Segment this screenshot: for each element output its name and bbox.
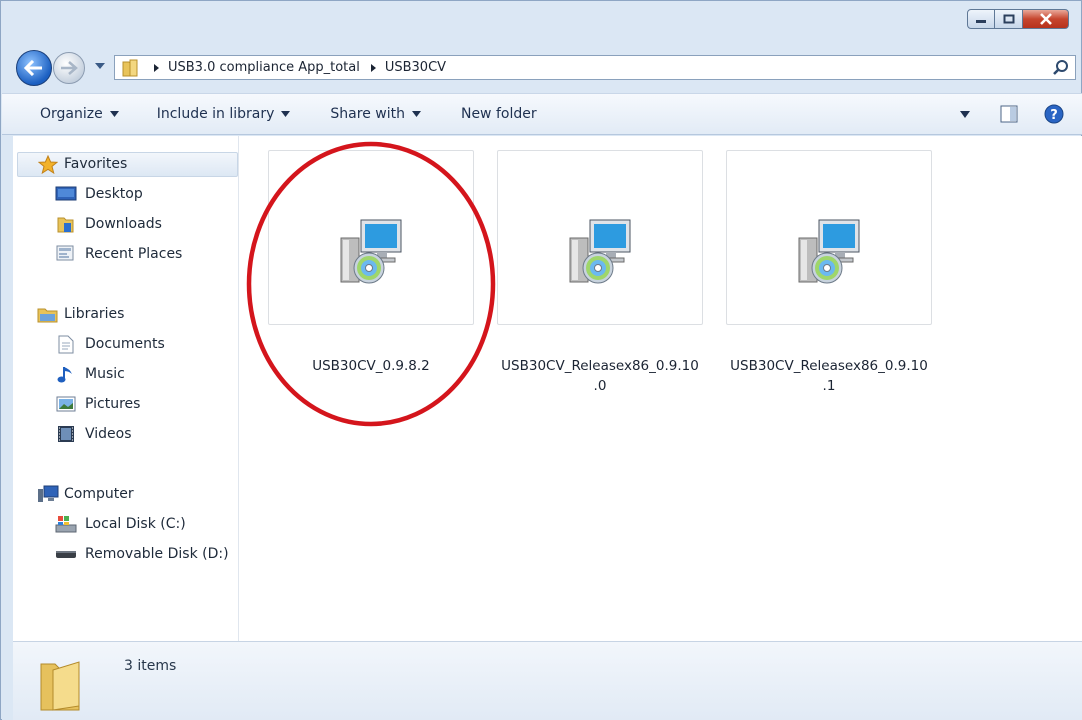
chevron-down-icon (109, 111, 119, 117)
chevron-down-icon (281, 111, 291, 117)
folder-icon (40, 661, 80, 711)
minimize-button[interactable] (967, 9, 995, 29)
back-button[interactable] (16, 50, 52, 86)
nav-removable-disk-d[interactable]: Removable Disk (D:) (55, 542, 229, 566)
svg-text:?: ? (1050, 108, 1058, 123)
share-with-label: Share with (330, 106, 405, 122)
local-disk-icon (55, 515, 77, 533)
view-options-dropdown-icon[interactable] (960, 110, 970, 118)
file-name-label[interactable]: USB30CV_0.9.8.2 (261, 356, 481, 376)
breadcrumb-chevron-icon[interactable] (153, 63, 160, 73)
organize-label: Organize (40, 106, 103, 122)
installer-icon (798, 219, 860, 284)
star-icon (37, 154, 59, 174)
share-with-menu[interactable]: Share with (330, 106, 421, 122)
file-tile-usb30cv-0982[interactable] (268, 150, 474, 325)
nav-videos[interactable]: Videos (55, 422, 132, 446)
installer-icon (569, 219, 631, 284)
music-icon (55, 365, 77, 383)
file-list-area: USB30CV_0.9.8.2 USB30CV_Releasex86_0.9.1… (239, 136, 1082, 641)
nav-computer[interactable]: Computer (37, 482, 134, 506)
address-row: USB3.0 compliance App_total USB30CV (1, 47, 1081, 86)
nav-favorites[interactable]: Favorites (37, 152, 127, 176)
nav-recent-places[interactable]: Recent Places (55, 242, 182, 266)
nav-documents-label: Documents (85, 336, 165, 352)
forward-button[interactable] (53, 52, 85, 84)
computer-icon (37, 485, 59, 503)
new-folder-button[interactable]: New folder (461, 106, 537, 122)
desktop-icon (55, 185, 77, 203)
folder-icon (122, 59, 138, 76)
maximize-icon (1003, 14, 1014, 24)
downloads-folder-icon (55, 215, 77, 233)
installer-icon (340, 219, 402, 284)
preview-pane-icon[interactable] (1000, 105, 1018, 123)
file-name-line-2: .0 (593, 378, 607, 394)
window-frame-left (2, 136, 13, 720)
file-name-line-1: USB30CV_0.9.8.2 (312, 358, 430, 374)
recent-pages-dropdown-icon[interactable] (95, 62, 105, 70)
close-icon (1039, 13, 1052, 25)
nav-documents[interactable]: Documents (55, 332, 165, 356)
nav-local-disk-c-label: Local Disk (C:) (85, 516, 186, 532)
nav-favorites-label: Favorites (64, 156, 128, 172)
nav-libraries-label: Libraries (64, 306, 125, 322)
close-button[interactable] (1023, 9, 1069, 29)
nav-pictures[interactable]: Pictures (55, 392, 140, 416)
explorer-window: USB3.0 compliance App_total USB30CV Orga… (0, 0, 1082, 720)
breadcrumb-usb3-compliance-app[interactable]: USB3.0 compliance App_total (168, 60, 360, 75)
caption-buttons (967, 9, 1069, 29)
file-tile-usb30cv-releasex86-0910-0[interactable] (497, 150, 703, 325)
nav-desktop[interactable]: Desktop (55, 182, 143, 206)
recent-places-icon (55, 245, 77, 263)
help-icon[interactable]: ? (1044, 104, 1064, 124)
nav-local-disk-c[interactable]: Local Disk (C:) (55, 512, 186, 536)
maximize-button[interactable] (995, 9, 1023, 29)
breadcrumb-chevron-icon[interactable] (370, 63, 377, 73)
view-controls: ? (960, 104, 1064, 124)
details-pane: 3 items (13, 641, 1082, 720)
item-count: 3 items (124, 658, 177, 674)
pictures-icon (55, 395, 77, 413)
navigation-pane: Favorites Desktop Downloads Recent Place… (13, 136, 239, 641)
libraries-icon (37, 305, 59, 323)
nav-music-label: Music (85, 366, 125, 382)
nav-music[interactable]: Music (55, 362, 125, 386)
nav-downloads[interactable]: Downloads (55, 212, 162, 236)
documents-icon (55, 335, 77, 353)
nav-recent-places-label: Recent Places (85, 246, 183, 262)
search-icon[interactable] (1052, 59, 1069, 76)
forward-arrow-icon (61, 61, 78, 75)
address-bar[interactable]: USB3.0 compliance App_total USB30CV (114, 55, 1076, 80)
file-tile-usb30cv-releasex86-0910-1[interactable] (726, 150, 932, 325)
file-name-line-1: USB30CV_Releasex86_0.9.10 (730, 358, 928, 374)
nav-libraries[interactable]: Libraries (37, 302, 124, 326)
file-name-line-2: .1 (822, 378, 836, 394)
videos-icon (55, 425, 77, 443)
organize-menu[interactable]: Organize (40, 106, 119, 122)
nav-desktop-label: Desktop (85, 186, 143, 202)
chevron-down-icon (411, 111, 421, 117)
removable-disk-icon (55, 545, 77, 563)
file-name-label[interactable]: USB30CV_Releasex86_0.9.10 .0 (490, 356, 710, 396)
breadcrumb-usb30cv[interactable]: USB30CV (385, 60, 446, 75)
back-arrow-icon (24, 60, 42, 76)
command-bar: Organize Include in library Share with N… (2, 93, 1082, 135)
nav-videos-label: Videos (85, 426, 132, 442)
include-in-library-label: Include in library (156, 106, 275, 122)
minimize-icon (976, 20, 986, 23)
nav-computer-label: Computer (64, 486, 134, 502)
include-in-library-menu[interactable]: Include in library (157, 106, 291, 122)
nav-removable-disk-d-label: Removable Disk (D:) (85, 546, 229, 562)
nav-pictures-label: Pictures (85, 396, 141, 412)
file-name-label[interactable]: USB30CV_Releasex86_0.9.10 .1 (719, 356, 939, 396)
nav-downloads-label: Downloads (85, 216, 162, 232)
new-folder-label: New folder (460, 106, 537, 122)
file-name-line-1: USB30CV_Releasex86_0.9.10 (501, 358, 699, 374)
